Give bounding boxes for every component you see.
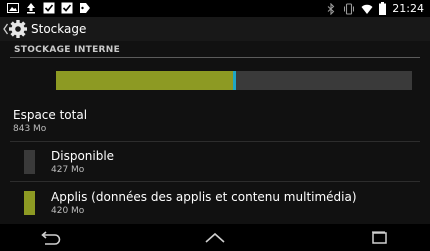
page-title: Stockage (31, 22, 87, 36)
home-button[interactable] (200, 228, 230, 247)
apps-color-swatch (24, 191, 35, 215)
apps-title[interactable]: Applis (données des applis et contenu mu… (51, 190, 357, 205)
recent-apps-button[interactable] (364, 228, 394, 247)
battery-icon (379, 2, 387, 15)
available-title[interactable]: Disponible (51, 149, 114, 164)
back-button[interactable] (35, 228, 65, 247)
available-value: 427 Mo (51, 165, 85, 175)
status-bar: 21:24 (0, 0, 430, 17)
system-icons: 21:24 (325, 1, 424, 16)
vibrate-icon (344, 2, 355, 15)
apps-value: 420 Mo (51, 206, 85, 216)
tag-icon (80, 3, 90, 13)
storage-used-segment (56, 71, 234, 90)
total-space-value: 843 Mo (13, 124, 47, 134)
image-icon (7, 3, 19, 13)
wifi-icon (361, 4, 373, 14)
clock: 21:24 (392, 2, 424, 15)
checkbox-icon (43, 2, 55, 14)
settings-gear-icon[interactable] (8, 19, 28, 39)
storage-segment-separator (233, 71, 236, 90)
available-color-swatch (24, 150, 35, 174)
storage-usage-bar (56, 71, 412, 90)
total-space-title: Espace total (13, 108, 88, 122)
home-icon (205, 232, 225, 243)
back-icon (41, 230, 61, 245)
checkbox-icon (61, 2, 73, 14)
row-divider (10, 141, 420, 142)
recent-apps-icon (372, 230, 387, 244)
notification-icons (7, 2, 91, 14)
action-bar: Stockage (0, 17, 430, 41)
section-divider (10, 57, 420, 58)
bluetooth-icon (327, 2, 335, 15)
row-divider (10, 181, 420, 182)
upload-icon (27, 3, 35, 14)
navigation-bar (0, 224, 430, 251)
section-header: STOCKAGE INTERNE (14, 45, 121, 55)
